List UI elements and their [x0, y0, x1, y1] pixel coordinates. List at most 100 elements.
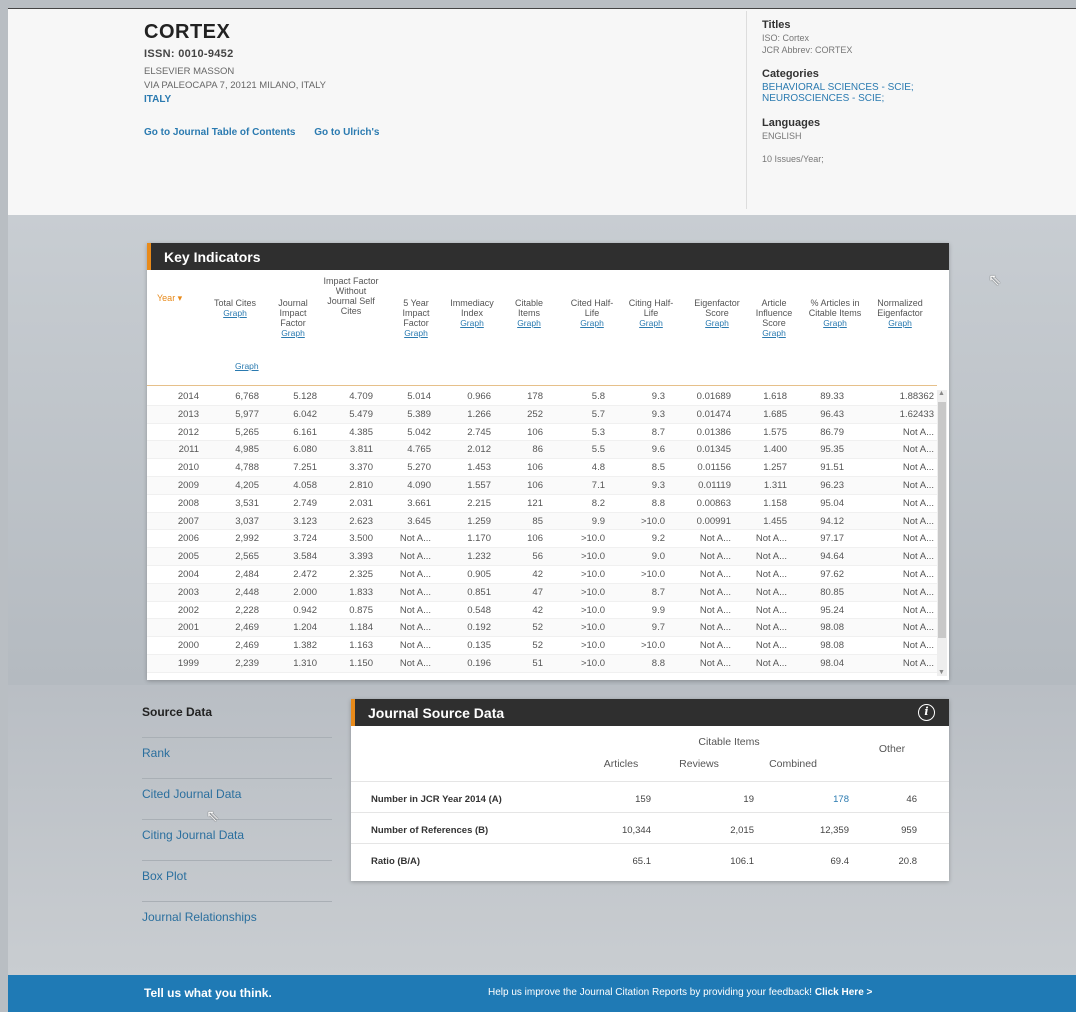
graph-link[interactable]: Graph [507, 318, 551, 328]
table-cell: 5,977 [235, 408, 259, 420]
table-cell: 86 [532, 444, 543, 456]
table-scrollbar[interactable]: ▲ ▼ [937, 390, 947, 676]
nav-journal-relationships[interactable]: Journal Relationships [142, 902, 332, 943]
column-label: Cited Half-Life [570, 298, 614, 318]
ulrichs-link[interactable]: Go to Ulrich's [314, 127, 379, 138]
graph-link[interactable]: Graph [687, 318, 747, 328]
table-cell: 1.455 [763, 515, 787, 527]
scroll-up-icon[interactable]: ▲ [938, 390, 945, 397]
scrollbar-thumb[interactable] [938, 402, 946, 638]
graph-link[interactable]: Graph [211, 308, 259, 318]
header-divider [746, 11, 747, 209]
table-cell: 1.382 [293, 640, 317, 652]
nav-box-plot[interactable]: Box Plot [142, 861, 332, 902]
table-cell: Not A... [902, 479, 934, 491]
table-row: Number of References (B) 10,344 2,015 12,35… [351, 812, 949, 843]
table-cell: 3.393 [349, 551, 373, 563]
year-cell: 2009 [177, 479, 199, 491]
table-cell: Not A... [699, 604, 731, 616]
table-row[interactable]: 2010 4,788 7.251 3.370 5.270 1.453 106 4.8 8.5 0.… [147, 459, 937, 477]
table-row[interactable]: 2007 3,037 3.123 2.623 3.645 1.259 85 9.9 >10.0 0… [147, 512, 937, 531]
table-cell: 1.150 [349, 657, 373, 669]
table-cell: 959 [901, 825, 917, 836]
table-row[interactable]: 2002 2,228 0.942 0.875 Not A... 0.548 42 >10.0 9… [147, 602, 937, 620]
table-cell: 0.196 [467, 657, 491, 669]
table-cell: 2,469 [235, 640, 259, 652]
table-cell: Not A... [755, 604, 787, 616]
table-row: Number in JCR Year 2014 (A) 159 19 178 46 [351, 781, 949, 812]
table-row[interactable]: 2006 2,992 3.724 3.500 Not A... 1.170 106 >10.0… [147, 530, 937, 549]
table-cell: 9.3 [651, 391, 665, 402]
table-cell: Not A... [755, 640, 787, 652]
table-cell: 2.749 [293, 497, 317, 509]
nav-source-data[interactable]: Source Data [142, 697, 332, 738]
table-cell: 106 [527, 462, 543, 474]
self-cites-graph-link[interactable]: Graph [235, 361, 259, 371]
table-cell: 121 [527, 497, 543, 509]
graph-link[interactable]: Graph [622, 318, 680, 328]
table-cell: 3.370 [349, 462, 373, 474]
table-cell: 0.875 [349, 604, 373, 616]
table-cell[interactable]: 178 [833, 794, 849, 805]
table-row[interactable]: 2011 4,985 6.080 3.811 4.765 2.012 86 5.5 9.6 0.0… [147, 441, 937, 460]
graph-link[interactable]: Graph [391, 328, 441, 338]
toc-link[interactable]: Go to Journal Table of Contents [144, 127, 295, 138]
table-row[interactable]: 2014 6,768 5.128 4.709 5.014 0.966 178 5.8 9.3 0.… [147, 388, 937, 406]
nav-citing-journal-data[interactable]: Citing Journal Data [142, 820, 332, 861]
table-row[interactable]: 2009 4,205 4.058 2.810 4.090 1.557 106 7.1 9.3 0.… [147, 476, 937, 495]
table-cell: 1.204 [293, 622, 317, 634]
year-cell: 2001 [177, 622, 199, 634]
key-indicators-title: Key Indicators [147, 243, 949, 270]
column-header[interactable]: Year ▾ [157, 293, 207, 303]
titles-heading: Titles [762, 19, 791, 31]
graph-link[interactable]: Graph [745, 328, 803, 338]
table-cell: Not A... [902, 426, 934, 438]
graph-link[interactable]: Graph [867, 318, 933, 328]
category-link[interactable]: BEHAVIORAL SCIENCES - SCIE; [762, 82, 982, 93]
col-combined: Combined [769, 758, 817, 770]
graph-link[interactable]: Graph [267, 328, 319, 338]
table-cell: 2.745 [467, 426, 491, 438]
table-row[interactable]: 2008 3,531 2.749 2.031 3.661 2.215 121 8.2 8.8 0.… [147, 495, 937, 513]
table-cell: 0.01119 [698, 479, 731, 491]
info-icon[interactable]: i [918, 704, 935, 721]
column-header: Immediacy Index Graph [445, 298, 499, 328]
table-row[interactable]: 2001 2,469 1.204 1.184 Not A... 0.192 52 >10.0 9… [147, 619, 937, 638]
graph-link[interactable]: Graph [807, 318, 863, 328]
table-cell: 8.7 [651, 426, 665, 438]
table-cell: 6.080 [293, 444, 317, 456]
table-cell: 7.251 [293, 462, 317, 474]
table-cell: Not A... [699, 657, 731, 669]
table-cell: 2.472 [293, 568, 317, 580]
table-row[interactable]: 2004 2,484 2.472 2.325 Not A... 0.905 42 >10.0 >… [147, 566, 937, 584]
nav-rank[interactable]: Rank [142, 738, 332, 779]
table-row[interactable]: 2000 2,469 1.382 1.163 Not A... 0.135 52 >10.0 >… [147, 637, 937, 655]
year-cell: 2010 [177, 462, 199, 474]
table-row[interactable]: 2012 5,265 6.161 4.385 5.042 2.745 106 5.3 8.7 0.… [147, 424, 937, 442]
column-header: Total Cites Graph [211, 298, 259, 318]
scroll-down-icon[interactable]: ▼ [938, 669, 945, 676]
year-cell: 2005 [177, 551, 199, 563]
table-row[interactable]: 1999 2,239 1.310 1.150 Not A... 0.196 51 >10.0 8… [147, 654, 937, 673]
table-cell: 8.7 [651, 586, 665, 598]
table-cell: 4.385 [349, 426, 373, 438]
graph-link[interactable]: Graph [565, 318, 619, 328]
nav-cited-journal-data[interactable]: Cited Journal Data [142, 779, 332, 820]
table-cell: Not A... [699, 551, 731, 563]
table-cell: 0.966 [467, 391, 491, 402]
col-reviews: Reviews [679, 758, 719, 770]
table-cell: 9.3 [651, 408, 665, 420]
table-row[interactable]: 2013 5,977 6.042 5.479 5.389 1.266 252 5.7 9.3 0.… [147, 405, 937, 424]
table-row[interactable]: 2005 2,565 3.584 3.393 Not A... 1.232 56 >10.0 9… [147, 548, 937, 566]
table-row[interactable]: 2003 2,448 2.000 1.833 Not A... 0.851 47 >10.0 8… [147, 583, 937, 602]
table-cell: 5.128 [293, 391, 317, 402]
col-other: Other [878, 743, 906, 755]
feedback-link[interactable]: Click Here > [815, 987, 873, 998]
header-links: Go to Journal Table of Contents Go to Ul… [144, 127, 395, 138]
category-link[interactable]: NEUROSCIENCES - SCIE; [762, 93, 982, 104]
table-cell: 2.810 [349, 479, 373, 491]
table-cell: Not A... [399, 568, 431, 580]
table-cell: 3.500 [349, 533, 373, 545]
table-cell: 1.685 [763, 408, 787, 420]
graph-link[interactable]: Graph [445, 318, 499, 328]
